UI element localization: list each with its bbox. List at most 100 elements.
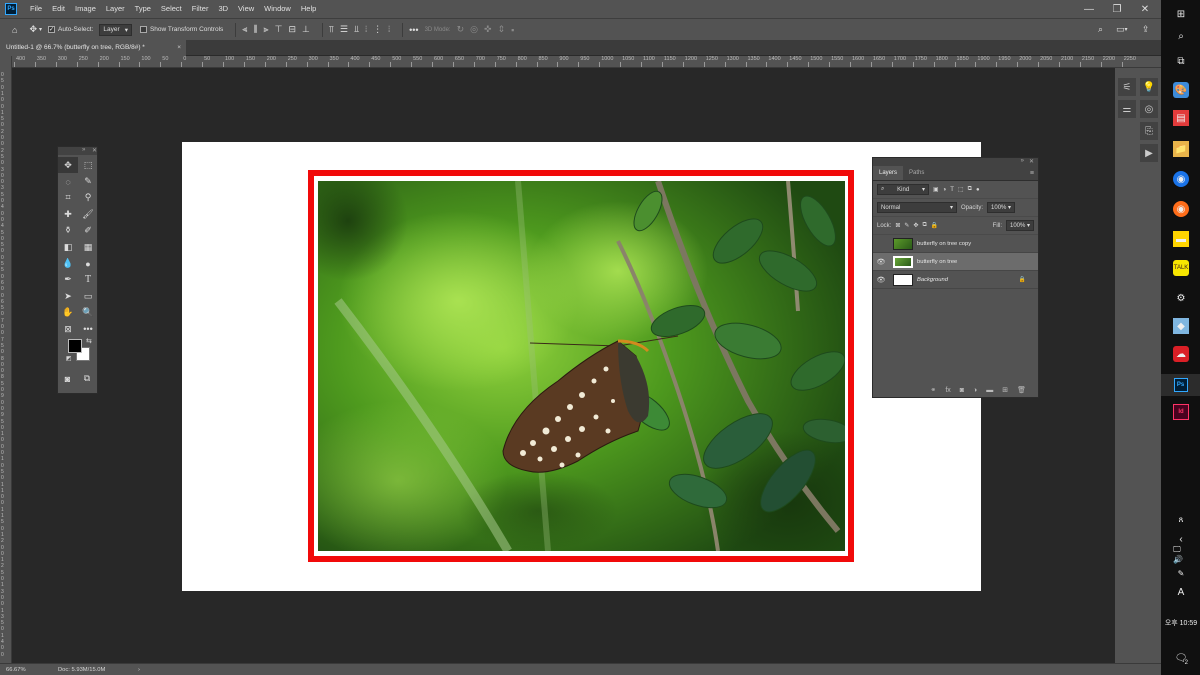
menu-help[interactable]: Help	[296, 0, 321, 18]
eraser-tool-icon[interactable]: ◧	[58, 239, 78, 255]
windows-start-icon[interactable]: ⊞	[1173, 6, 1189, 22]
eye-icon[interactable]: 👁	[873, 258, 889, 266]
layer-style-icon[interactable]: fx	[945, 387, 950, 394]
collapse-icon[interactable]: »	[82, 147, 85, 153]
hand-tool-icon[interactable]: ✋	[58, 305, 78, 321]
clone-stamp-tool-icon[interactable]: ⚱	[58, 223, 78, 239]
learn-icon[interactable]: 💡	[1140, 78, 1158, 96]
panel-menu-icon[interactable]: ≡	[1030, 170, 1038, 180]
search-icon[interactable]: ⌕	[1098, 24, 1103, 35]
tab-paths[interactable]: Paths	[903, 166, 930, 180]
filter-type-icon[interactable]: T	[950, 187, 954, 193]
collapse-icon[interactable]: »	[1021, 158, 1024, 164]
type-tool-icon[interactable]: T	[78, 272, 98, 288]
workspace-icon[interactable]: ▭ ▾	[1116, 24, 1128, 35]
layer-row-copy[interactable]: butterfly on tree copy	[873, 235, 1038, 253]
tools-panel-header[interactable]: » ✕	[58, 147, 97, 155]
home-icon[interactable]: ⌂	[12, 25, 17, 35]
auto-select-checkbox[interactable]: ✓ Auto-Select:	[48, 26, 93, 33]
lock-all-icon[interactable]: 🔒	[931, 222, 938, 229]
filter-shape-icon[interactable]: ⬚	[958, 186, 964, 193]
history-icon[interactable]: ⎘	[1140, 122, 1158, 140]
photoshop-logo-icon[interactable]: Ps	[5, 3, 17, 15]
menu-type[interactable]: Type	[130, 0, 156, 18]
document-size[interactable]: Doc: 5.93M/15.0M	[58, 664, 105, 675]
dodge-tool-icon[interactable]: ●	[78, 255, 98, 271]
lasso-tool-icon[interactable]: ◌	[58, 173, 78, 189]
brush-tool-icon[interactable]: 🖌	[78, 206, 98, 222]
align-left-icon[interactable]: ⫷	[242, 24, 247, 35]
search-icon[interactable]: ⌕	[1173, 28, 1189, 44]
3d-roll-icon[interactable]: ◎	[470, 24, 478, 35]
crop-tool-icon[interactable]: ⌗	[58, 190, 78, 206]
new-group-icon[interactable]: ▬	[986, 387, 993, 394]
lock-position-icon[interactable]: ✥	[913, 222, 918, 229]
foreground-color-swatch[interactable]	[68, 339, 82, 354]
app-calendar-icon[interactable]: ▤	[1173, 110, 1189, 126]
menu-view[interactable]: View	[233, 0, 259, 18]
link-layers-icon[interactable]: ⚭	[930, 386, 936, 394]
clock[interactable]: 오후 10:59	[1162, 618, 1200, 628]
gradient-tool-icon[interactable]: ▦	[78, 239, 98, 255]
chevron-right-icon[interactable]: ›	[138, 664, 140, 675]
add-mask-icon[interactable]: ◙	[960, 387, 964, 394]
distribute-top-icon[interactable]: ⫪	[329, 24, 334, 35]
menu-file[interactable]: File	[25, 0, 47, 18]
filter-smart-object-icon[interactable]: ⧉	[968, 186, 972, 193]
network-volume-icon[interactable]: 🖵🔊	[1173, 545, 1189, 564]
lock-artboard-icon[interactable]: ⧉	[922, 222, 926, 229]
file-explorer-icon[interactable]: 📁	[1173, 141, 1189, 157]
distribute-center-icon[interactable]: ⋮	[373, 24, 382, 35]
zoom-tool-icon[interactable]: 🔍	[78, 305, 98, 321]
filter-adjustment-icon[interactable]: ◑	[943, 187, 947, 193]
layer-row-background[interactable]: 👁 Background 🔒	[873, 271, 1038, 289]
menu-image[interactable]: Image	[70, 0, 101, 18]
fill-input[interactable]: 100% ▾	[1006, 220, 1034, 231]
tab-layers[interactable]: Layers	[873, 166, 904, 180]
more-options-icon[interactable]: •••	[409, 25, 418, 35]
distribute-middle-icon[interactable]: ☰	[340, 24, 348, 35]
lock-transparent-icon[interactable]: ⊠	[895, 222, 900, 229]
opacity-input[interactable]: 100% ▾	[987, 202, 1016, 213]
menu-filter[interactable]: Filter	[187, 0, 214, 18]
creative-cloud-icon[interactable]: ☁	[1173, 346, 1189, 362]
3d-pan-icon[interactable]: ✜	[484, 24, 492, 35]
history-brush-tool-icon[interactable]: ✐	[78, 223, 98, 239]
vertical-ruler[interactable]: 0501001502002503003504004505005506006507…	[0, 56, 12, 663]
libraries-icon[interactable]: ◎	[1140, 100, 1158, 118]
language-indicator[interactable]: A	[1173, 584, 1189, 600]
notifications-icon[interactable]: 🗨 2	[1173, 650, 1189, 667]
layers-panel-header[interactable]: » ✕	[873, 158, 1038, 166]
indesign-icon[interactable]: Id	[1173, 404, 1189, 420]
menu-window[interactable]: Window	[259, 0, 296, 18]
horizontal-ruler[interactable]: 400 350 300 250 200 150 100 50 0 50 100 150 200 250 30…	[12, 56, 1161, 68]
filter-pixel-icon[interactable]: ▣	[933, 186, 939, 193]
3d-scale-icon[interactable]: ▪	[511, 25, 514, 35]
new-layer-icon[interactable]: ⊞	[1002, 386, 1008, 394]
people-icon[interactable]: ጸ	[1173, 512, 1189, 528]
align-top-icon[interactable]: ⊤	[275, 24, 283, 35]
blur-tool-icon[interactable]: 💧	[58, 255, 78, 271]
close-panel-icon[interactable]: ✕	[1029, 158, 1034, 165]
align-bottom-icon[interactable]: ⊥	[302, 24, 310, 35]
app-paint-icon[interactable]: 🎨	[1173, 82, 1189, 98]
properties-icon[interactable]: ⚌	[1118, 100, 1136, 118]
settings-gear-icon[interactable]: ⚙	[1173, 290, 1189, 306]
menu-layer[interactable]: Layer	[101, 0, 130, 18]
app-generic-icon[interactable]: ◆	[1173, 318, 1189, 334]
zoom-level[interactable]: 66.67%	[6, 664, 26, 675]
auto-select-dropdown[interactable]: Layer ▾	[99, 23, 132, 36]
marquee-tool-icon[interactable]: ⬚	[78, 157, 98, 173]
photoshop-taskbar-button[interactable]: Ps	[1161, 374, 1200, 396]
healing-brush-tool-icon[interactable]: ✚	[58, 206, 78, 222]
eye-icon[interactable]: 👁	[873, 276, 889, 284]
actions-icon[interactable]: ▶	[1140, 144, 1158, 162]
kakaotalk-icon[interactable]: TALK	[1173, 260, 1189, 276]
layer-row-butterfly[interactable]: 👁 butterfly on tree	[873, 253, 1038, 271]
butterfly-photo[interactable]	[318, 181, 845, 551]
pen-ink-icon[interactable]: ✎	[1173, 565, 1189, 581]
minimize-icon[interactable]: —	[1075, 0, 1103, 18]
align-right-icon[interactable]: ⫸	[264, 24, 269, 35]
show-transform-controls-checkbox[interactable]: Show Transform Controls	[139, 26, 223, 33]
menu-3d[interactable]: 3D	[213, 0, 233, 18]
